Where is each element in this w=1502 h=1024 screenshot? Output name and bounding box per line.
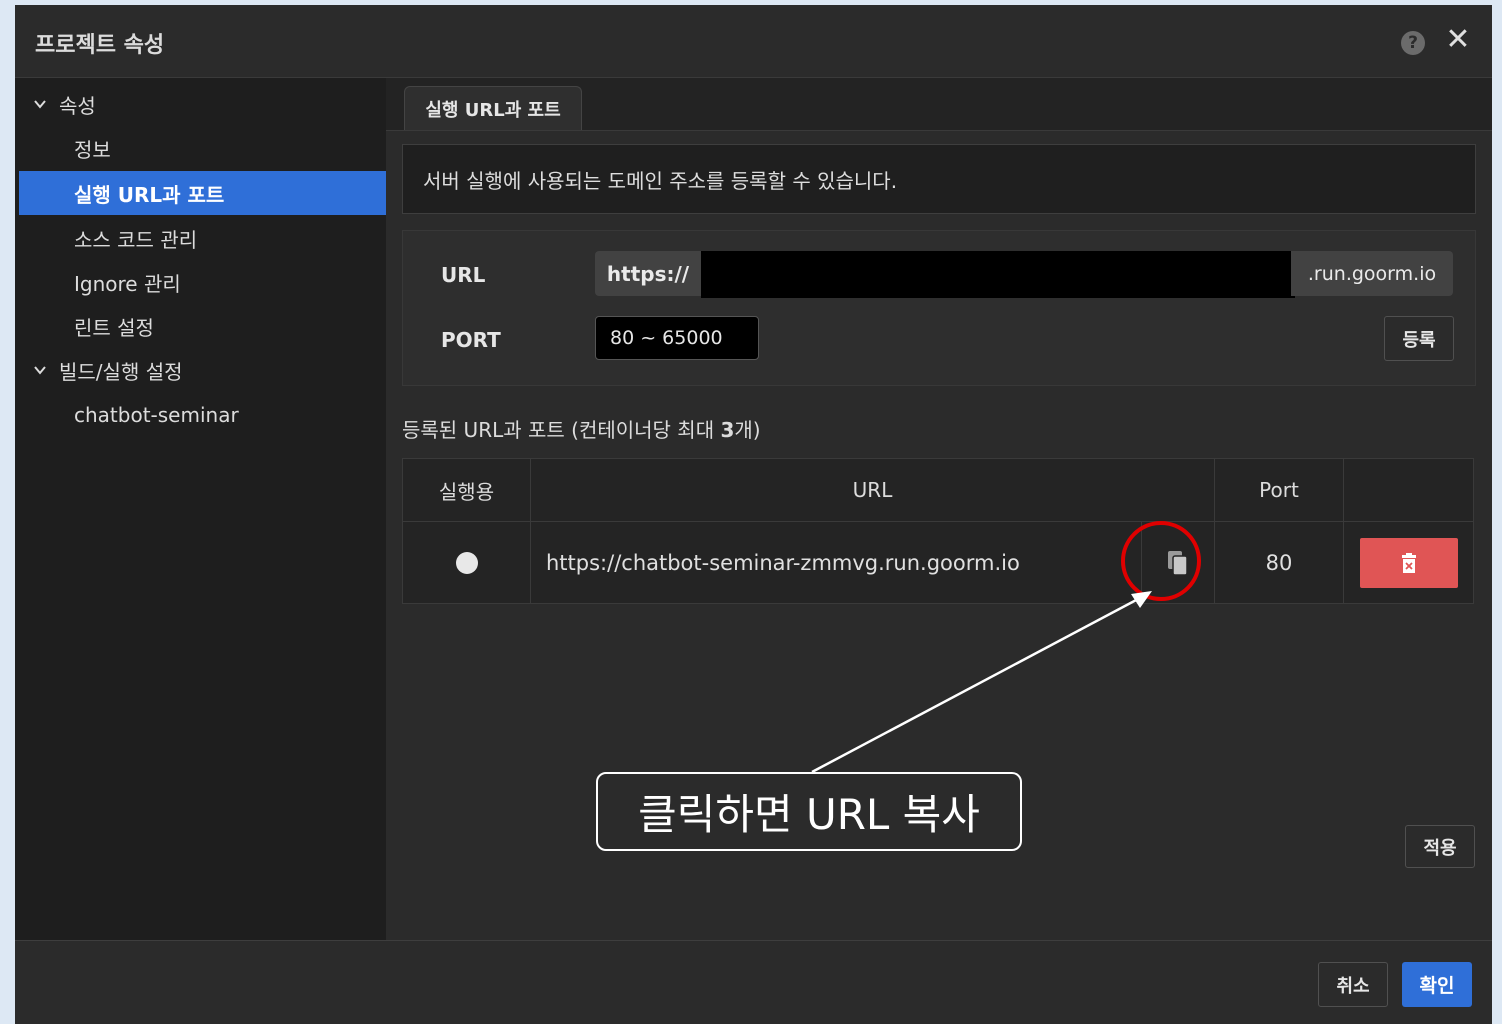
annotation-arrow [811, 591, 1152, 774]
annotation-callout: 클릭하면 URL 복사 [596, 772, 1022, 851]
